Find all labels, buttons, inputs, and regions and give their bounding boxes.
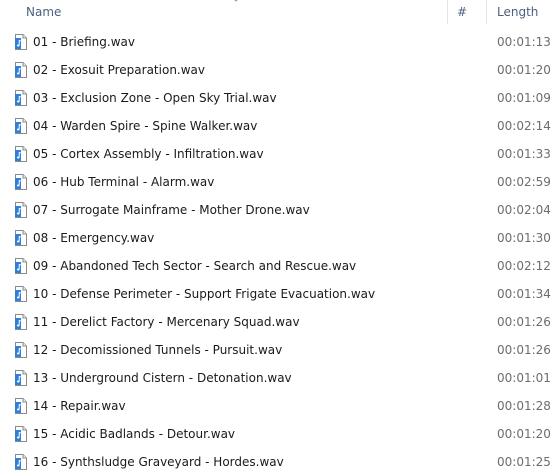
audio-file-icon [14, 34, 28, 50]
audio-file-icon [14, 314, 28, 330]
file-name: 08 - Emergency.wav [33, 231, 155, 245]
file-list: 01 - Briefing.wav 00:01:13 02 - Exosuit Pr… [0, 28, 556, 476]
file-name: 06 - Hub Terminal - Alarm.wav [33, 175, 215, 189]
audio-file-icon [14, 342, 28, 358]
file-length: 00:02:04 [497, 203, 551, 217]
file-row[interactable]: 12 - Decomissioned Tunnels - Pursuit.wav… [0, 336, 556, 364]
file-name: 14 - Repair.wav [33, 399, 126, 413]
file-row[interactable]: 01 - Briefing.wav 00:01:13 [0, 28, 556, 56]
audio-file-icon [14, 146, 28, 162]
file-name: 10 - Defense Perimeter - Support Frigate… [33, 287, 376, 301]
file-row[interactable]: 07 - Surrogate Mainframe - Mother Drone.… [0, 196, 556, 224]
file-length: 00:01:01 [497, 371, 551, 385]
file-length: 00:01:26 [497, 315, 551, 329]
file-row[interactable]: 09 - Abandoned Tech Sector - Search and … [0, 252, 556, 280]
file-length: 00:02:12 [497, 259, 551, 273]
file-row[interactable]: 13 - Underground Cistern - Detonation.wa… [0, 364, 556, 392]
file-length: 00:01:26 [497, 343, 551, 357]
file-row[interactable]: 03 - Exclusion Zone - Open Sky Trial.wav… [0, 84, 556, 112]
file-length: 00:01:20 [497, 427, 551, 441]
file-name: 15 - Acidic Badlands - Detour.wav [33, 427, 236, 441]
column-header-length[interactable]: Length [497, 4, 538, 20]
column-header-bar: Name # Length [0, 0, 556, 24]
file-length: 00:01:13 [497, 35, 551, 49]
sort-chevron-icon[interactable] [231, 0, 241, 4]
column-header-name[interactable]: Name [26, 4, 61, 20]
audio-file-icon [14, 398, 28, 414]
file-row[interactable]: 05 - Cortex Assembly - Infiltration.wav 0… [0, 140, 556, 168]
audio-file-icon [14, 370, 28, 386]
audio-file-icon [14, 258, 28, 274]
audio-file-icon [14, 202, 28, 218]
column-header-number[interactable]: # [457, 4, 467, 20]
file-length: 00:01:28 [497, 399, 551, 413]
column-divider[interactable] [486, 0, 487, 24]
file-name: 09 - Abandoned Tech Sector - Search and … [33, 259, 357, 273]
audio-file-icon [14, 90, 28, 106]
audio-file-icon [14, 286, 28, 302]
file-name: 07 - Surrogate Mainframe - Mother Drone.… [33, 203, 310, 217]
file-row[interactable]: 16 - Synthsludge Graveyard - Hordes.wav 0… [0, 448, 556, 476]
file-name: 03 - Exclusion Zone - Open Sky Trial.wav [33, 91, 277, 105]
file-row[interactable]: 06 - Hub Terminal - Alarm.wav 00:02:59 [0, 168, 556, 196]
column-divider[interactable] [447, 0, 448, 24]
file-name: 11 - Derelict Factory - Mercenary Squad.… [33, 315, 300, 329]
file-row[interactable]: 15 - Acidic Badlands - Detour.wav 00:01:2… [0, 420, 556, 448]
file-length: 00:01:34 [497, 287, 551, 301]
file-length: 00:01:30 [497, 231, 551, 245]
audio-file-icon [14, 174, 28, 190]
file-length: 00:01:09 [497, 91, 551, 105]
file-length: 00:02:14 [497, 119, 551, 133]
file-name: 04 - Warden Spire - Spine Walker.wav [33, 119, 258, 133]
file-name: 16 - Synthsludge Graveyard - Hordes.wav [33, 455, 284, 469]
file-row[interactable]: 10 - Defense Perimeter - Support Frigate… [0, 280, 556, 308]
file-name: 13 - Underground Cistern - Detonation.wa… [33, 371, 292, 385]
audio-file-icon [14, 426, 28, 442]
file-name: 12 - Decomissioned Tunnels - Pursuit.wav [33, 343, 283, 357]
file-row[interactable]: 02 - Exosuit Preparation.wav 00:01:20 [0, 56, 556, 84]
file-length: 00:01:33 [497, 147, 551, 161]
file-length: 00:01:25 [497, 455, 551, 469]
audio-file-icon [14, 454, 28, 470]
file-row[interactable]: 14 - Repair.wav 00:01:28 [0, 392, 556, 420]
file-name: 01 - Briefing.wav [33, 35, 135, 49]
audio-file-icon [14, 118, 28, 134]
audio-file-icon [14, 62, 28, 78]
file-row[interactable]: 04 - Warden Spire - Spine Walker.wav 00:0… [0, 112, 556, 140]
file-length: 00:01:20 [497, 63, 551, 77]
audio-file-icon [14, 230, 28, 246]
file-row[interactable]: 11 - Derelict Factory - Mercenary Squad.… [0, 308, 556, 336]
file-name: 05 - Cortex Assembly - Infiltration.wav [33, 147, 264, 161]
file-row[interactable]: 08 - Emergency.wav 00:01:30 [0, 224, 556, 252]
file-length: 00:02:59 [497, 175, 551, 189]
file-name: 02 - Exosuit Preparation.wav [33, 63, 206, 77]
